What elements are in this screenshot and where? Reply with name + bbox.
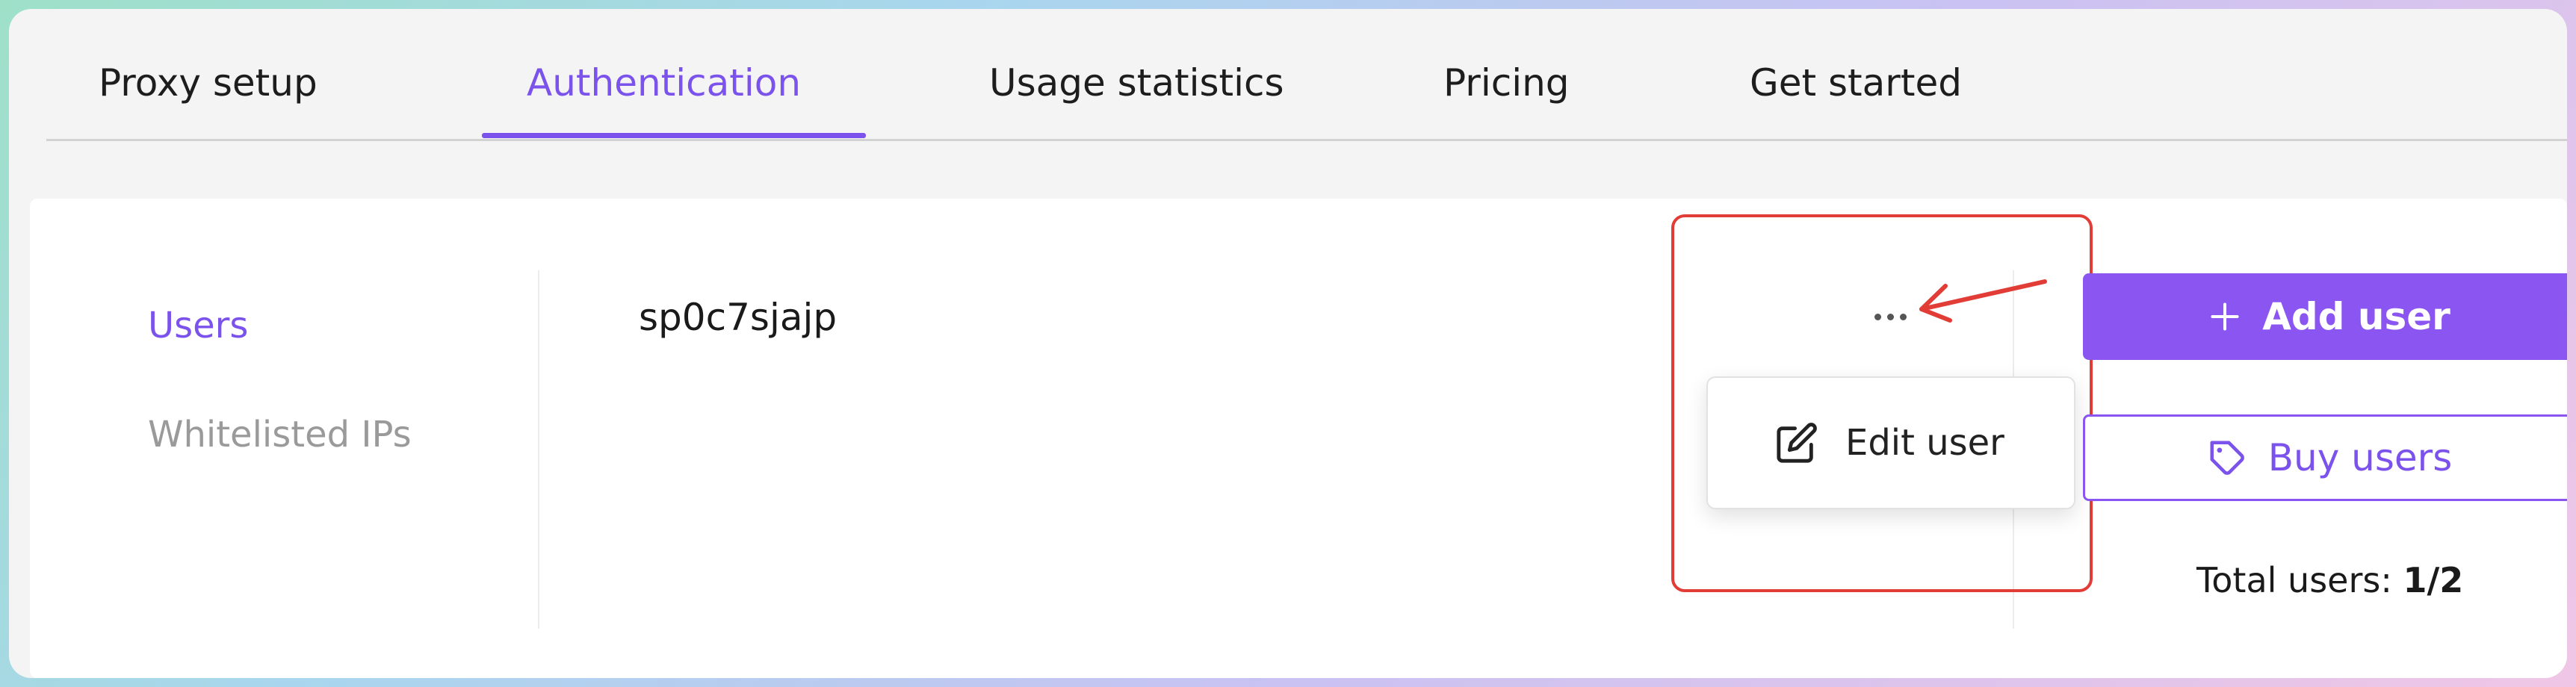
tab-pricing[interactable]: Pricing [1443,61,1570,105]
add-user-label: Add user [2262,295,2450,338]
tab-get-started[interactable]: Get started [1750,61,1962,105]
tab-usage-statistics[interactable]: Usage statistics [989,61,1284,105]
tab-proxy-setup[interactable]: Proxy setup [99,61,318,105]
more-horizontal-icon [1874,313,1881,320]
active-tab-indicator [482,133,866,138]
user-row-username: sp0c7sjajp [639,296,837,339]
buy-users-label: Buy users [2267,436,2453,479]
annotation-arrow [1919,279,2047,323]
tab-bar: Proxy setup Authentication Usage statist… [46,9,2567,141]
sidebar-item-whitelisted-ips[interactable]: Whitelisted IPs [148,414,412,456]
app-window: Proxy setup Authentication Usage statist… [9,9,2567,678]
sidebar-divider [538,270,539,629]
buy-users-button[interactable]: Buy users [2083,414,2567,501]
tag-icon [2210,441,2244,475]
total-users-label: Total users: [2196,560,2392,600]
edit-icon [1777,423,1817,463]
menu-item-edit-user[interactable]: Edit user [1708,378,2074,508]
total-users: Total users: 1/2 [2196,560,2463,600]
total-users-value: 1/2 [2403,560,2464,600]
sidebar-item-users[interactable]: Users [148,305,248,346]
plus-icon [2211,302,2239,331]
menu-item-label: Edit user [1845,422,2004,464]
user-context-menu: Edit user [1706,376,2075,509]
tab-authentication[interactable]: Authentication [527,61,801,105]
add-user-button[interactable]: Add user [2083,273,2567,360]
